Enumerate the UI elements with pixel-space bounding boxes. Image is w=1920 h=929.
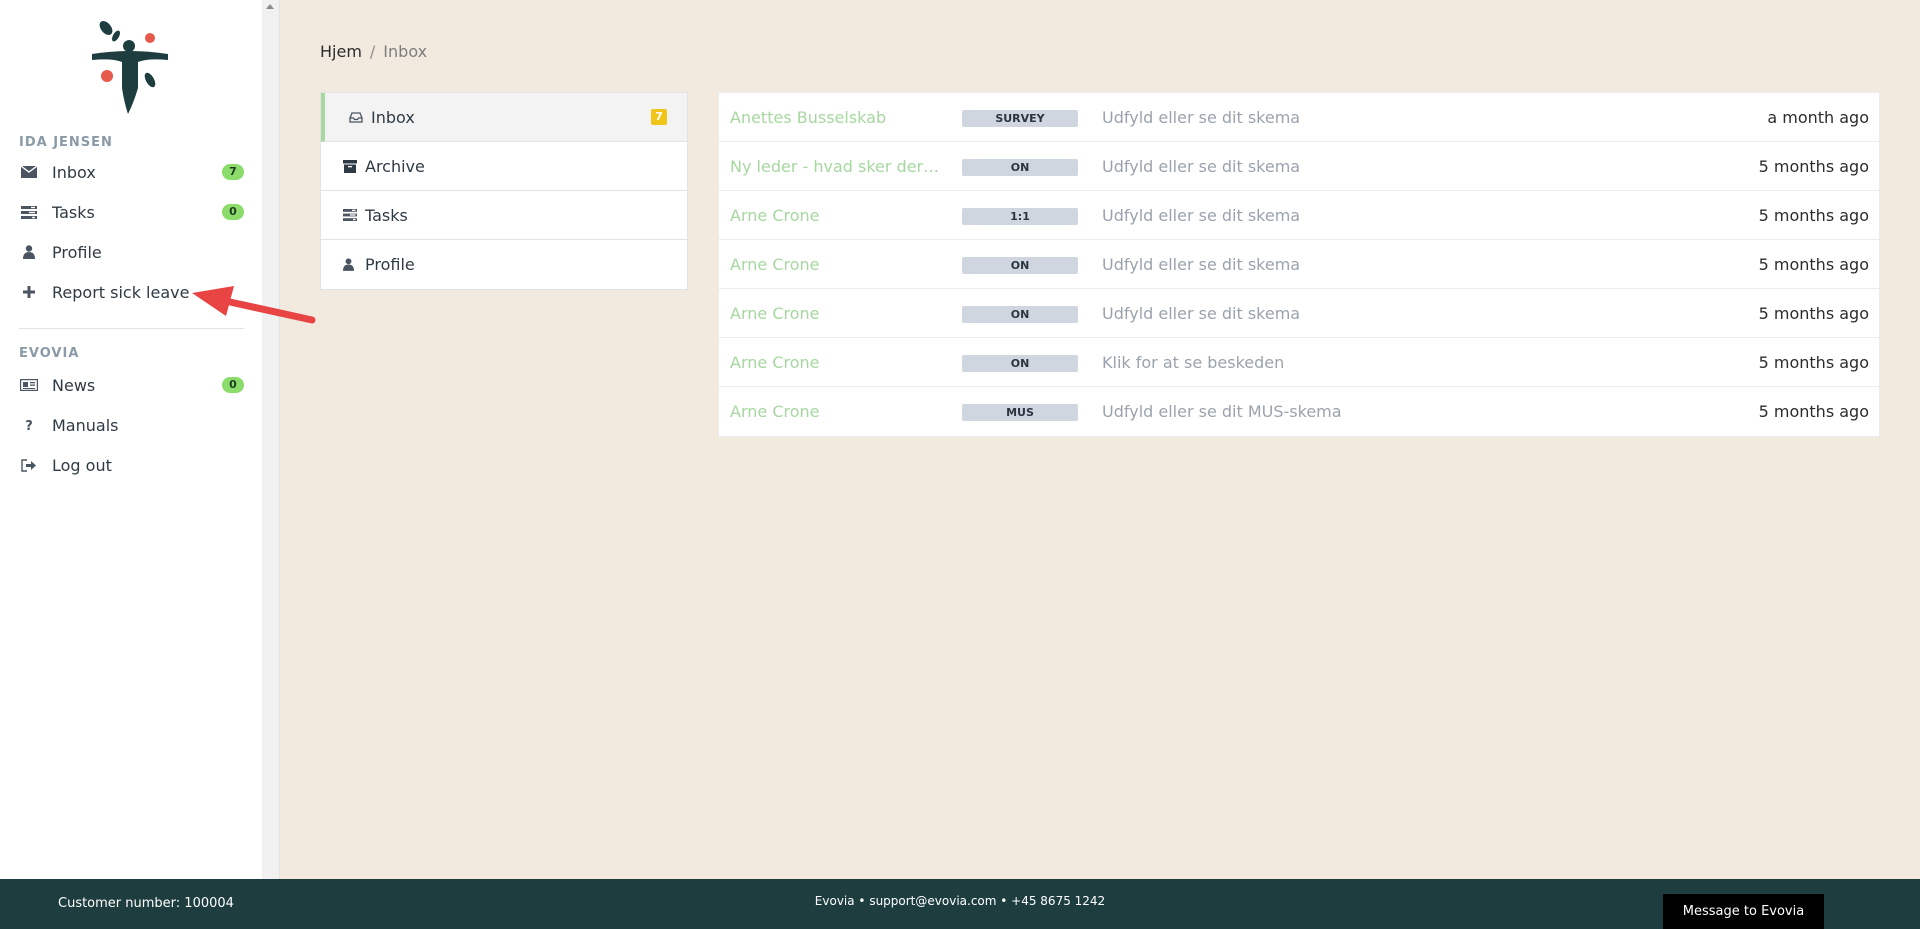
folder-inbox[interactable]: Inbox 7: [321, 93, 687, 142]
message-type-tag: 1:1: [962, 208, 1078, 225]
message-type-tag: MUS: [962, 404, 1078, 421]
message-type-tag: ON: [962, 355, 1078, 372]
folder-list: Inbox 7 Archive Tasks Profile: [320, 92, 688, 290]
arrow-annotation-icon: [192, 286, 316, 324]
message-row[interactable]: Ny leder - hvad sker der ... ON Udfyld e…: [719, 142, 1879, 191]
inbox-icon: [349, 110, 363, 124]
message-type-tag: ON: [962, 306, 1078, 323]
message-subject: Udfyld eller se dit skema: [1102, 303, 1301, 323]
svg-text:?: ?: [25, 419, 33, 432]
message-sender: Arne Crone: [730, 303, 820, 323]
message-subject: Klik for at se beskeden: [1102, 352, 1285, 372]
folder-profile[interactable]: Profile: [321, 240, 687, 289]
inbox-count-badge: 7: [222, 164, 244, 180]
tasks-icon: [0, 205, 52, 219]
message-time: a month ago: [1767, 107, 1869, 127]
message-time: 5 months ago: [1758, 205, 1869, 225]
sidebar-item-tasks[interactable]: Tasks 0: [0, 192, 262, 232]
message-subject: Udfyld eller se dit skema: [1102, 156, 1301, 176]
breadcrumb-home-link[interactable]: Hjem: [320, 42, 362, 61]
message-time: 5 months ago: [1758, 254, 1869, 274]
message-subject: Udfyld eller se dit MUS-skema: [1102, 402, 1342, 421]
sidebar-item-label: Profile: [52, 242, 102, 262]
user-icon: [343, 258, 357, 272]
folder-label: Inbox: [371, 107, 415, 127]
question-icon: ?: [0, 418, 52, 432]
footer: Customer number: 100004 Evovia • support…: [0, 879, 1920, 929]
message-sender: Arne Crone: [730, 205, 820, 225]
sidebar-item-label: Log out: [52, 455, 112, 475]
news-count-badge: 0: [222, 377, 244, 393]
tasks-count-badge: 0: [222, 204, 244, 220]
folder-label: Profile: [365, 255, 415, 274]
message-time: 5 months ago: [1758, 352, 1869, 372]
message-type-tag: SURVEY: [962, 110, 1078, 127]
sidebar-item-label: News: [52, 375, 96, 395]
message-subject: Udfyld eller se dit skema: [1102, 107, 1301, 127]
message-to-evovia-button[interactable]: Message to Evovia: [1663, 894, 1824, 929]
breadcrumb-current: Inbox: [383, 42, 428, 61]
user-section-title: IDA JENSEN: [19, 135, 113, 150]
message-row[interactable]: Anettes Busselskab SURVEY Udfyld eller s…: [719, 93, 1879, 142]
sidebar-item-log-out[interactable]: Log out: [0, 445, 262, 485]
message-row[interactable]: Arne Crone 1:1 Udfyld eller se dit skema…: [719, 191, 1879, 240]
sidebar-item-label: Report sick leave: [52, 282, 190, 302]
sidebar-item-label: Tasks: [52, 202, 95, 222]
message-sender: Arne Crone: [730, 402, 820, 421]
logout-icon: [0, 458, 52, 472]
sidebar-item-label: Inbox: [52, 162, 96, 182]
message-time: 5 months ago: [1758, 402, 1869, 421]
envelope-icon: [0, 166, 52, 178]
folder-label: Tasks: [365, 205, 408, 225]
sidebar-item-news[interactable]: News 0: [0, 365, 262, 405]
folder-archive[interactable]: Archive: [321, 142, 687, 191]
plus-icon: [0, 286, 52, 298]
sidebar-item-manuals[interactable]: ? Manuals: [0, 405, 262, 445]
sidebar-item-inbox[interactable]: Inbox 7: [0, 152, 262, 192]
footer-contact: Evovia • support@evovia.com • +45 8675 1…: [814, 894, 1106, 908]
sidebar-item-label: Manuals: [52, 415, 119, 435]
message-row[interactable]: Arne Crone MUS Udfyld eller se dit MUS-s…: [719, 387, 1879, 436]
user-icon: [0, 245, 52, 259]
message-time: 5 months ago: [1758, 156, 1869, 176]
message-row[interactable]: Arne Crone ON Klik for at se beskeden 5 …: [719, 338, 1879, 387]
sidebar-scrollbar[interactable]: [262, 0, 280, 879]
scroll-up-arrow-icon[interactable]: [266, 4, 274, 9]
message-subject: Udfyld eller se dit skema: [1102, 205, 1301, 225]
folder-tasks[interactable]: Tasks: [321, 191, 687, 240]
inbox-unread-badge: 7: [651, 109, 667, 125]
newspaper-icon: [0, 379, 52, 391]
sidebar: IDA JENSEN Inbox 7 Tasks 0 Profile Repor…: [0, 0, 262, 879]
message-sender: Ny leder - hvad sker der ...: [730, 156, 940, 176]
message-time: 5 months ago: [1758, 303, 1869, 323]
message-subject: Udfyld eller se dit skema: [1102, 254, 1301, 274]
message-list: Anettes Busselskab SURVEY Udfyld eller s…: [718, 92, 1880, 437]
message-type-tag: ON: [962, 257, 1078, 274]
breadcrumb-separator: /: [369, 42, 376, 61]
message-sender: Arne Crone: [730, 352, 820, 372]
archive-icon: [343, 159, 357, 173]
message-sender: Anettes Busselskab: [730, 107, 887, 127]
breadcrumb: Hjem / Inbox: [320, 42, 427, 61]
message-row[interactable]: Arne Crone ON Udfyld eller se dit skema …: [719, 289, 1879, 338]
folder-label: Archive: [365, 156, 425, 176]
evovia-logo: [92, 21, 168, 114]
message-row[interactable]: Arne Crone ON Udfyld eller se dit skema …: [719, 240, 1879, 289]
message-sender: Arne Crone: [730, 254, 820, 274]
org-section-title: EVOVIA: [19, 346, 80, 361]
tasks-icon: [343, 208, 357, 222]
sidebar-item-profile[interactable]: Profile: [0, 232, 262, 272]
message-type-tag: ON: [962, 159, 1078, 176]
